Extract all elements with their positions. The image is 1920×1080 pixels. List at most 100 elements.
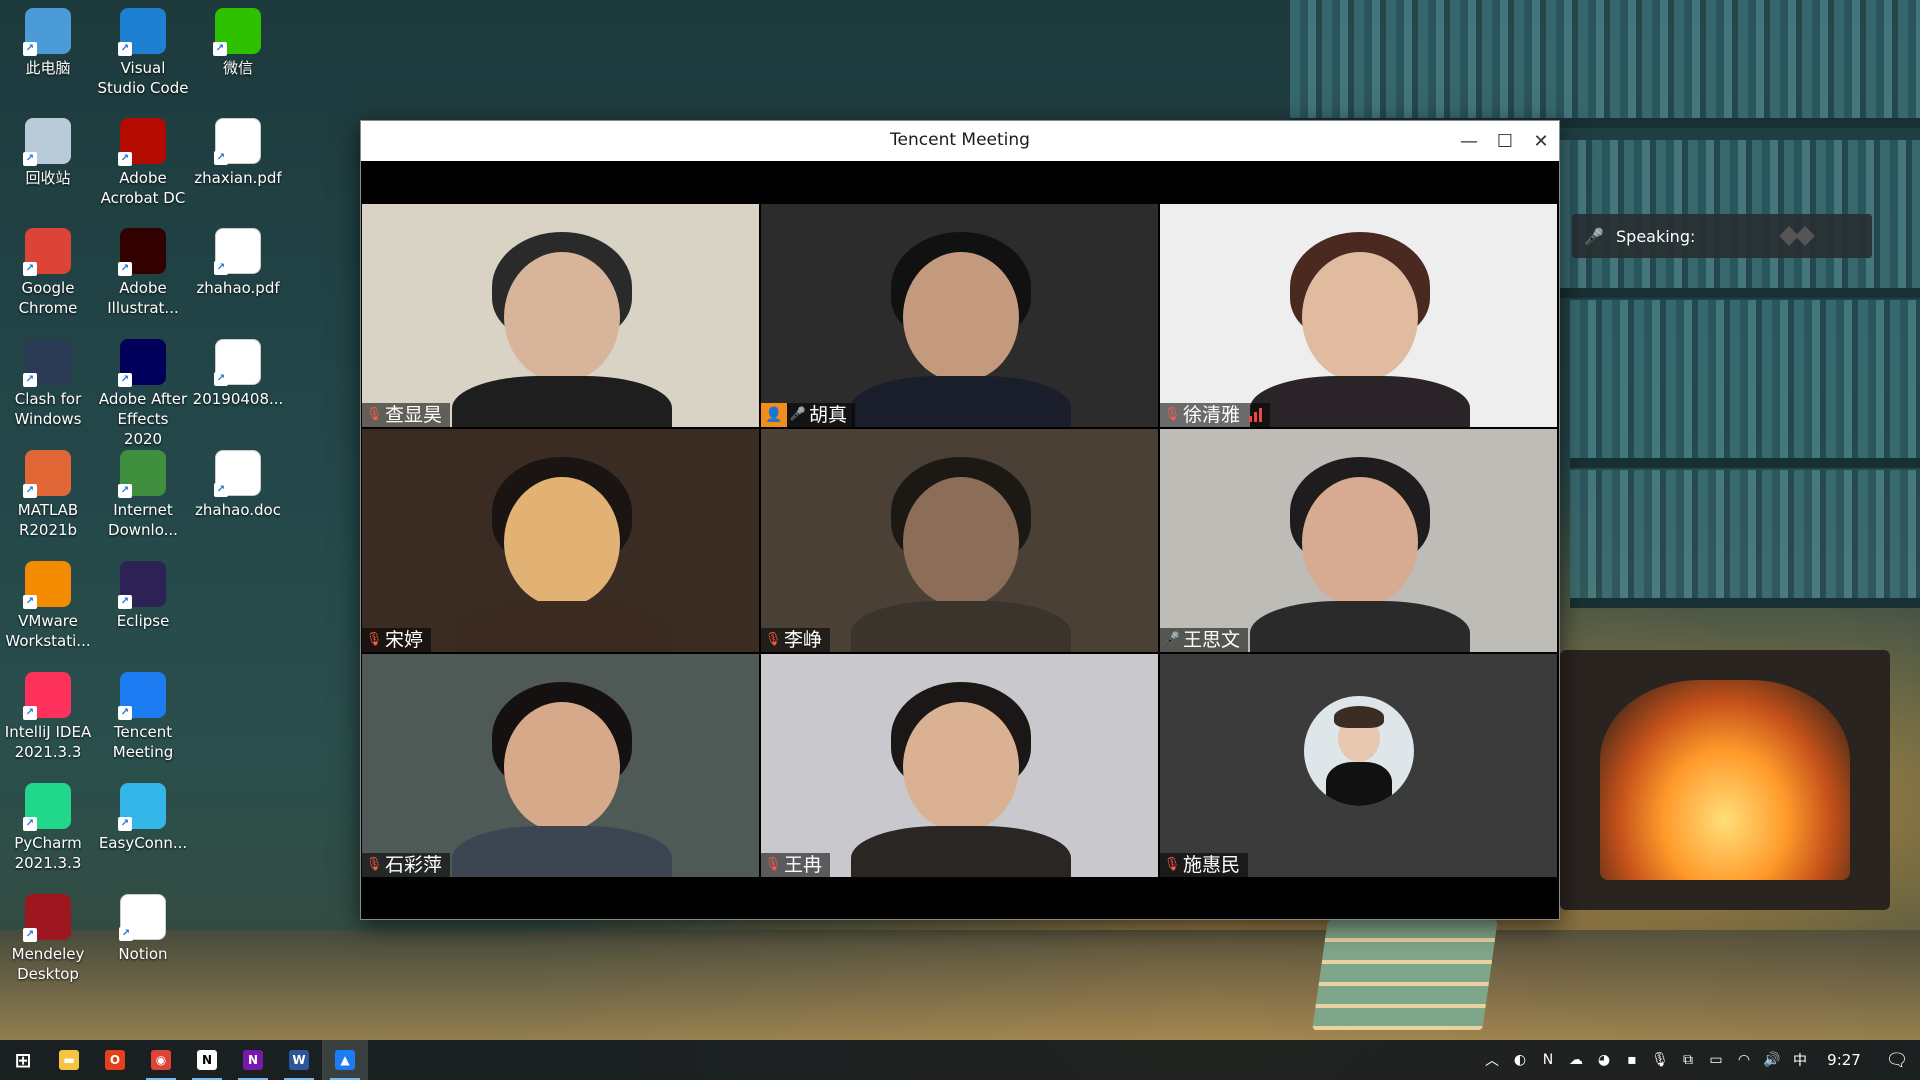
vscode-icon: ↗ [118,8,166,56]
speaking-label: Speaking: [1616,226,1696,246]
word-doc-icon: ↗ [214,450,261,497]
colorful-app-icon[interactable]: ◕ [1590,1052,1618,1068]
participant-nameplate: 🎙 查显昊 [362,403,451,427]
window-title: Tencent Meeting [890,130,1030,150]
onenote-tray-icon[interactable]: N [1534,1052,1562,1068]
battery-icon[interactable]: ▭ [1702,1052,1730,1068]
participant-body [851,601,1071,652]
file-explorer-icon: ▬ [59,1050,79,1070]
desktop-icon[interactable]: ↗ EasyConn... [97,783,189,853]
clash-tray-icon[interactable]: ▪ [1618,1052,1646,1068]
taskbar-button[interactable]: ▲ [322,1040,368,1080]
desktop-icon[interactable]: ↗ 此电脑 [2,8,94,78]
desktop-icon[interactable]: ↗ zhahao.pdf [192,228,284,298]
taskbar-button[interactable]: ▬ [46,1040,92,1080]
volume-icon[interactable]: 🔊 [1758,1052,1786,1068]
desktop-icon[interactable]: ↗ PyCharm 2021.3.3 [2,783,94,873]
cloud-icon[interactable]: ☁ [1562,1052,1590,1068]
shortcut-arrow-icon: ↗ [118,817,132,831]
microphone-icon[interactable]: 🎙 [1646,1052,1674,1068]
desktop-icon[interactable]: ↗ zhaxian.pdf [192,118,284,188]
desktop-icon-label: Clash for Windows [14,390,82,428]
desktop-icon[interactable]: ↗ Visual Studio Code [97,8,189,98]
notification-icon[interactable]: 🗨 [1874,1050,1920,1071]
shortcut-arrow-icon: ↗ [118,373,132,387]
taskbar-button[interactable]: N [230,1040,276,1080]
shortcut-arrow-icon: ↗ [23,595,37,609]
chevron-up-icon[interactable]: ︿ [1478,1050,1506,1070]
shortcut-arrow-icon: ↗ [119,927,133,941]
ime-indicator[interactable]: 中 [1786,1050,1814,1070]
participant-face [504,477,620,607]
participant-name: 胡真 [809,404,848,426]
participant-name: 徐清雅 [1183,404,1241,426]
taskbar-button[interactable]: W [276,1040,322,1080]
desktop-icon[interactable]: ↗ zhahao.doc [192,450,284,520]
desktop-icon[interactable]: ↗ Mendeley Desktop [2,894,94,984]
participant-video-tile[interactable]: 👤 🎤 胡真 [761,204,1158,427]
wifi-icon[interactable]: ◠ [1730,1052,1758,1068]
desktop-icon[interactable]: ↗ Adobe Acrobat DC [97,118,189,208]
shortcut-arrow-icon: ↗ [23,817,37,831]
participant-video-tile[interactable]: 🎤 王思文 [1160,429,1557,652]
desktop-icon[interactable]: ↗ Adobe Illustrat... [97,228,189,318]
windows-start-icon: ⊞ [14,1048,32,1072]
participant-video-tile[interactable]: 🎙 施惠民 [1160,654,1557,877]
qq-icon[interactable]: ◐ [1506,1052,1534,1068]
shortcut-arrow-icon: ↗ [23,373,37,387]
notion-icon: N [197,1050,217,1070]
system-tray: ︿ ◐ N ☁ ◕ ▪ 🎙 ⧉ ▭ ◠ 🔊 中 9:27 🗨 [1478,1040,1920,1080]
desktop-icon[interactable]: ↗ 20190408... [192,339,284,409]
clock[interactable]: 9:27 [1814,1051,1874,1069]
desktop-icon[interactable]: ↗ Internet Downlo... [97,450,189,540]
desktop-icon[interactable]: ↗ Eclipse [97,561,189,631]
desktop-icon[interactable]: ↗ 微信 [192,8,284,78]
participant-face [504,702,620,832]
minimize-button[interactable]: — [1451,121,1487,161]
desktop-icon[interactable]: ↗ VMware Workstati... [2,561,94,651]
participant-body [452,601,672,652]
desktop-icon[interactable]: ↗ 回收站 [2,118,94,188]
taskbar-button[interactable]: ◉ [138,1040,184,1080]
close-button[interactable]: ✕ [1523,121,1559,161]
desktop-icon-label: 20190408... [192,390,284,408]
screen-record-icon[interactable]: ⧉ [1674,1052,1702,1068]
wechat-icon: ↗ [213,8,261,56]
shortcut-arrow-icon: ↗ [214,372,228,386]
taskbar-button[interactable]: N [184,1040,230,1080]
maximize-button[interactable]: ☐ [1487,121,1523,161]
participant-body [452,376,672,427]
fireplace-flame [1600,680,1850,880]
desktop-icon[interactable]: ↗ Adobe After Effects 2020 [97,339,189,449]
shortcut-arrow-icon: ↗ [214,151,228,165]
participant-name: 查显昊 [385,404,443,426]
speaking-indicator: 🎤 Speaking: [1572,214,1872,258]
participant-video-tile[interactable]: 🎙 徐清雅 [1160,204,1557,427]
desktop-icon[interactable]: ↗ Tencent Meeting [97,672,189,762]
desktop-icon[interactable]: ↗ MATLAB R2021b [2,450,94,540]
participant-name: 王冉 [784,854,823,876]
office-icon: O [105,1050,125,1070]
window-titlebar[interactable]: Tencent Meeting — ☐ ✕ [361,121,1559,161]
participant-video-tile[interactable]: 🎙 查显昊 [362,204,759,427]
shortcut-arrow-icon: ↗ [23,706,37,720]
desktop-icon-label: zhahao.pdf [196,279,280,297]
shortcut-arrow-icon: ↗ [118,595,132,609]
close-icon: ✕ [1533,130,1549,152]
desktop-icon[interactable]: ↗ Google Chrome [2,228,94,318]
participant-video-tile[interactable]: 🎙 李峥 [761,429,1158,652]
host-badge-icon: 👤 [761,403,787,427]
desktop-icon[interactable]: ↗ Notion [97,894,189,964]
participant-video-tile[interactable]: 🎙 王冉 [761,654,1158,877]
muted-microphone-icon: 🎙 [365,407,383,422]
participant-body [851,376,1071,427]
participant-video-tile[interactable]: 🎙 石彩萍 [362,654,759,877]
desktop-icon[interactable]: ↗ Clash for Windows [2,339,94,429]
desktop-icon[interactable]: ↗ IntelliJ IDEA 2021.3.3 [2,672,94,762]
desktop-icon-label: Mendeley Desktop [11,945,85,983]
participant-video-tile[interactable]: 🎙 宋婷 [362,429,759,652]
shortcut-arrow-icon: ↗ [118,152,132,166]
taskbar-button[interactable]: ⊞ [0,1040,46,1080]
participant-name: 石彩萍 [385,854,443,876]
taskbar-button[interactable]: O [92,1040,138,1080]
